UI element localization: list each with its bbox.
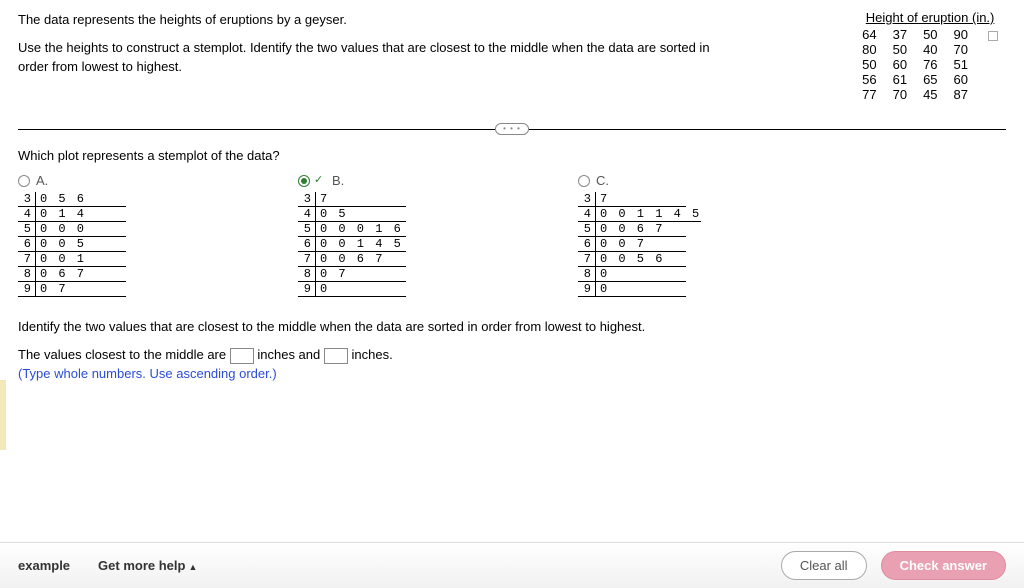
fill-hint: (Type whole numbers. Use ascending order…: [18, 366, 1006, 381]
fill-pre: The values closest to the middle are: [18, 347, 226, 362]
answer-input-1[interactable]: [230, 348, 254, 364]
fill-mid: inches and: [257, 347, 320, 362]
get-more-help-link[interactable]: Get more help▲: [98, 558, 197, 573]
prompt-line-2: Use the heights to construct a stemplot.…: [18, 38, 738, 77]
answer-input-2[interactable]: [324, 348, 348, 364]
option-b-label: B.: [332, 173, 344, 188]
data-table: Height of eruption (in.) 64375090 805040…: [854, 10, 1006, 102]
stemplot-c: 3740 0 1 1 4 550 0 6 760 0 770 0 5 68090: [578, 192, 778, 297]
check-answer-button[interactable]: Check answer: [881, 551, 1006, 580]
radio-b[interactable]: [298, 175, 310, 187]
option-a[interactable]: A. 30 5 640 1 450 0 060 0 570 0 180 6 79…: [18, 173, 218, 297]
prompt-line-1: The data represents the heights of erupt…: [18, 10, 738, 30]
copy-icon[interactable]: [988, 31, 998, 41]
radio-a[interactable]: [18, 175, 30, 187]
option-c[interactable]: C. 3740 0 1 1 4 550 0 6 760 0 770 0 5 68…: [578, 173, 778, 297]
fill-post: inches.: [352, 347, 393, 362]
option-c-label: C.: [596, 173, 609, 188]
expand-button[interactable]: • • •: [495, 123, 529, 135]
data-table-header: Height of eruption (in.): [854, 10, 1006, 25]
checkmark-icon: [316, 176, 326, 186]
stemplot-b: 3740 550 0 0 1 660 0 1 4 570 0 6 780 790: [298, 192, 498, 297]
side-tab[interactable]: [0, 380, 6, 450]
question-stemplot: Which plot represents a stemplot of the …: [18, 148, 1006, 163]
example-link[interactable]: example: [18, 558, 70, 573]
fill-line: The values closest to the middle are inc…: [18, 344, 1006, 366]
option-a-label: A.: [36, 173, 48, 188]
option-b[interactable]: B. 3740 550 0 0 1 660 0 1 4 570 0 6 780 …: [298, 173, 498, 297]
question-middle-values: Identify the two values that are closest…: [18, 319, 1006, 334]
prompt-text: The data represents the heights of erupt…: [18, 10, 738, 102]
radio-c[interactable]: [578, 175, 590, 187]
chevron-up-icon: ▲: [188, 562, 197, 572]
footer: example Get more help▲ Clear all Check a…: [0, 542, 1024, 588]
clear-all-button[interactable]: Clear all: [781, 551, 867, 580]
stemplot-a: 30 5 640 1 450 0 060 0 570 0 180 6 790 7: [18, 192, 218, 297]
